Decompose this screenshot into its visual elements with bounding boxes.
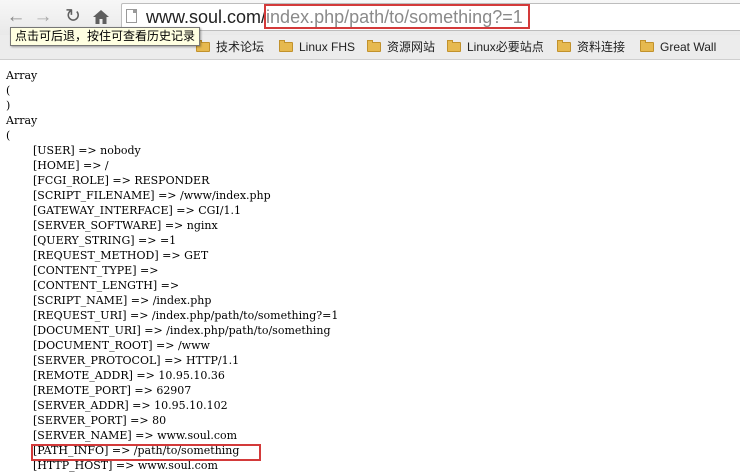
server-var-line: [REQUEST_URI] => /index.php/path/to/some… [33,309,339,322]
bookmark-item[interactable]: Great Wall [640,39,716,55]
forward-arrow-icon[interactable]: → [33,7,53,27]
folder-icon [447,40,461,52]
folder-icon [367,40,381,52]
server-var-line: [REQUEST_METHOD] => GET [33,249,209,262]
server-var-line: [SCRIPT_NAME] => /index.php [33,294,212,307]
server-var-line: [DOCUMENT_URI] => /index.php/path/to/som… [33,324,331,337]
back-button-tooltip: 点击可后退，按住可查看历史记录 [10,27,201,46]
folder-icon [640,40,654,52]
bookmark-item[interactable]: 资源网站 [367,39,435,55]
server-var-line: [SERVER_NAME] => www.soul.com [33,429,238,442]
folder-icon [557,40,571,52]
bookmark-item[interactable]: Linux FHS [279,39,355,55]
path-info-highlight-box [31,444,261,461]
home-icon[interactable] [91,7,111,27]
server-var-line: [REMOTE_PORT] => 62907 [33,384,192,397]
server-var-line: [SERVER_SOFTWARE] => nginx [33,219,218,232]
folder-icon [279,40,293,52]
server-var-line: [SERVER_PROTOCOL] => HTTP/1.1 [33,354,240,367]
server-var-line: [USER] => nobody [33,144,141,157]
bookmark-item[interactable]: 资料连接 [557,39,625,55]
output-line: ( [6,129,11,142]
server-var-line: [SCRIPT_FILENAME] => /www/index.php [33,189,271,202]
bookmark-label: 资料连接 [577,40,626,54]
bookmark-label: Linux FHS [299,40,356,54]
back-arrow-icon[interactable]: ← [6,7,26,27]
server-var-line: [QUERY_STRING] => =1 [33,234,177,247]
page-icon [126,9,137,23]
server-var-line: [GATEWAY_INTERFACE] => CGI/1.1 [33,204,241,217]
bookmark-label: Great Wall [660,40,717,54]
output-line: Array [6,114,38,127]
page-output: Array () Array ( [USER] => nobody [HOME] => /… [6,68,338,473]
output-line: ( [6,84,11,97]
bookmark-item[interactable]: Linux必要站点 [447,39,544,55]
bookmark-label: Linux必要站点 [467,40,544,54]
server-var-line: [REMOTE_ADDR] => 10.95.10.36 [33,369,225,382]
server-var-line: [HOME] => / [33,159,109,172]
bookmark-label: 技术论坛 [216,40,265,54]
reload-icon[interactable]: ↻ [63,7,83,27]
server-var-line: [FCGI_ROLE] => RESPONDER [33,174,210,187]
server-var-line: [SERVER_PORT] => 80 [33,414,167,427]
server-var-line: [SERVER_ADDR] => 10.95.10.102 [33,399,228,412]
bookmark-label: 资源网站 [387,40,436,54]
bookmark-item[interactable]: 技术论坛 [196,39,264,55]
output-line: ) [6,99,11,112]
output-line: Array [6,69,38,82]
url-path-highlight-box [264,4,530,29]
server-var-line: [CONTENT_TYPE] => [33,264,159,277]
url-host: www.soul.com/ [146,7,267,27]
server-var-line: [CONTENT_LENGTH] => [33,279,180,292]
server-var-line: [DOCUMENT_ROOT] => /www [33,339,210,352]
